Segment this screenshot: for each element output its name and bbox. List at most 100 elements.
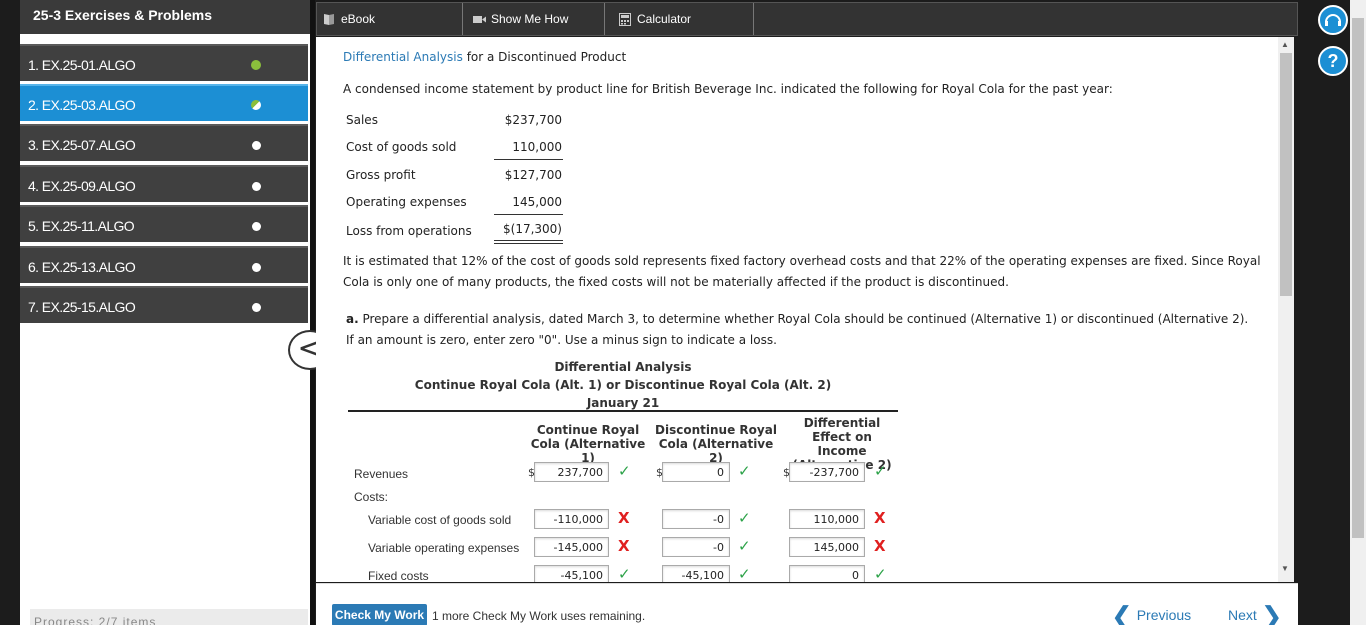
sidebar-item-7[interactable]: 7. EX.25-15.ALGO (20, 286, 308, 323)
next-label: Next (1228, 607, 1257, 623)
app-window: 25-3 Exercises & Problems 1. EX.25-01.AL… (0, 0, 1366, 625)
double-underline (494, 240, 563, 241)
statement-label: Gross profit (346, 168, 416, 182)
resource-toolbar: eBook Show Me How Calculator (316, 2, 1298, 36)
ebook-button[interactable]: eBook (323, 3, 463, 35)
statement-label: Cost of goods sold (346, 140, 457, 154)
revenues-diff-input[interactable]: -237,700 (789, 462, 865, 482)
statement-value: 145,000 (512, 195, 562, 209)
correct-icon: ✓ (738, 509, 751, 527)
sheet-title: Differential Analysis (554, 360, 692, 374)
revenues-alt2-input[interactable]: 0 (662, 462, 730, 482)
correct-icon: ✓ (618, 565, 631, 582)
problem-heading: Differential Analysis for a Discontinued… (343, 50, 627, 64)
chevron-left-icon: ❮ (1111, 602, 1133, 625)
incorrect-icon: X (874, 537, 886, 555)
statement-value: $237,700 (504, 113, 562, 127)
statement-label: Operating expenses (346, 195, 467, 209)
sidebar-item-4[interactable]: 4. EX.25-09.ALGO (20, 165, 308, 202)
sidebar-item-label: 4. EX.25-09.ALGO (28, 178, 136, 194)
sidebar-item-1[interactable]: 1. EX.25-01.ALGO (20, 44, 308, 81)
scroll-up-icon[interactable]: ▲ (1281, 40, 1289, 49)
help-icon[interactable]: ? (1318, 46, 1348, 76)
problem-content: Differential Analysis for a Discontinued… (316, 37, 1278, 582)
next-button[interactable]: Next ❯ (1228, 602, 1282, 625)
var-cogs-alt1-input[interactable]: -110,000 (534, 509, 609, 529)
status-complete-icon (251, 60, 261, 70)
var-opex-alt1-input[interactable]: -145,000 (534, 537, 609, 557)
fixed-alt1-input[interactable]: -45,100 (534, 565, 609, 582)
incorrect-icon: X (618, 537, 630, 555)
glossary-link[interactable]: Differential Analysis (343, 50, 463, 64)
underline (494, 214, 563, 215)
content-scrollbar[interactable]: ▲ ▼ (1278, 37, 1294, 582)
row-label-var-cogs: Variable cost of goods sold (368, 513, 512, 527)
footer-bar: Check My Work 1 more Check My Work uses … (316, 583, 1298, 625)
correct-icon: ✓ (874, 565, 887, 582)
row-label-fixed: Fixed costs (368, 569, 429, 582)
correct-icon: ✓ (738, 537, 751, 555)
part-a-instructions: a. Prepare a differential analysis, date… (346, 312, 1249, 326)
column-header-alt2: Discontinue Royal Cola (Alternative 2) (655, 423, 777, 465)
statement-value: $(17,300) (503, 222, 562, 236)
previous-label: Previous (1136, 607, 1192, 623)
scroll-thumb[interactable] (1280, 53, 1292, 296)
headset-support-icon[interactable] (1318, 5, 1348, 35)
status-dot-icon (252, 303, 261, 312)
double-underline (494, 243, 563, 244)
status-dot-icon (252, 222, 261, 231)
sidebar-item-label: 5. EX.25-11.ALGO (28, 218, 135, 234)
sidebar-item-label: 2. EX.25-03.ALGO (28, 97, 136, 113)
sidebar-item-5[interactable]: 5. EX.25-11.ALGO (20, 205, 308, 242)
incorrect-icon: X (618, 509, 630, 527)
statement-value: $127,700 (504, 168, 562, 182)
sheet-date: January 21 (586, 396, 660, 410)
book-icon (323, 13, 335, 26)
column-header-alt1: Continue Royal Cola (Alternative 1) (530, 423, 646, 465)
status-dot-icon (252, 182, 261, 191)
var-opex-diff-input[interactable]: 145,000 (789, 537, 865, 557)
statement-label: Loss from operations (346, 224, 472, 238)
sidebar-item-2[interactable]: 2. EX.25-03.ALGO (20, 84, 308, 121)
status-dot-icon (252, 263, 261, 272)
revenues-alt1-input[interactable]: 237,700 (534, 462, 609, 482)
video-icon (473, 13, 486, 26)
row-label-var-opex: Variable operating expenses (368, 541, 520, 555)
progress-indicator: Progress: 2/7 items (30, 609, 308, 625)
correct-icon: ✓ (618, 462, 631, 480)
status-partial-icon (251, 100, 261, 110)
previous-button[interactable]: ❮ Previous (1111, 602, 1191, 625)
var-cogs-diff-input[interactable]: 110,000 (789, 509, 865, 529)
statement-value: 110,000 (512, 140, 562, 154)
show-me-how-button[interactable]: Show Me How (473, 3, 605, 35)
scroll-down-icon[interactable]: ▼ (1281, 564, 1289, 573)
row-label-revenues: Revenues (354, 467, 409, 481)
correct-icon: ✓ (738, 462, 751, 480)
sidebar-item-3[interactable]: 3. EX.25-07.ALGO (20, 124, 308, 161)
calculator-button[interactable]: Calculator (619, 3, 754, 35)
sheet-subtitle: Continue Royal Cola (Alt. 1) or Disconti… (414, 378, 832, 392)
fixed-alt2-input[interactable]: -45,100 (662, 565, 730, 582)
sidebar-item-6[interactable]: 6. EX.25-13.ALGO (20, 246, 308, 283)
part-a-instructions-continued: If an amount is zero, enter zero "0". Us… (346, 333, 777, 347)
sidebar-item-label: 7. EX.25-15.ALGO (28, 299, 136, 315)
fixed-cost-note: It is estimated that 12% of the cost of … (343, 254, 1261, 268)
statement-label: Sales (346, 113, 378, 127)
underline (494, 159, 563, 160)
fixed-diff-input[interactable]: 0 (789, 565, 865, 582)
row-label-costs: Costs: (354, 490, 389, 504)
problem-intro: A condensed income statement by product … (343, 82, 1113, 96)
ebook-label: eBook (341, 12, 376, 26)
calculator-label: Calculator (637, 12, 692, 26)
calculator-icon (619, 13, 631, 26)
sidebar-item-label: 6. EX.25-13.ALGO (28, 259, 136, 275)
var-cogs-alt2-input[interactable]: -0 (662, 509, 730, 529)
page-scroll-thumb[interactable] (1352, 18, 1364, 538)
incorrect-icon: X (874, 509, 886, 527)
var-opex-alt2-input[interactable]: -0 (662, 537, 730, 557)
chevron-right-icon: ❯ (1260, 602, 1283, 625)
sidebar-item-label: 3. EX.25-07.ALGO (28, 137, 136, 153)
fixed-cost-note-continued: Cola is only one of many products, the f… (343, 275, 1009, 289)
assignment-title: 25-3 Exercises & Problems (20, 0, 310, 34)
check-my-work-button[interactable]: Check My Work (332, 604, 427, 625)
